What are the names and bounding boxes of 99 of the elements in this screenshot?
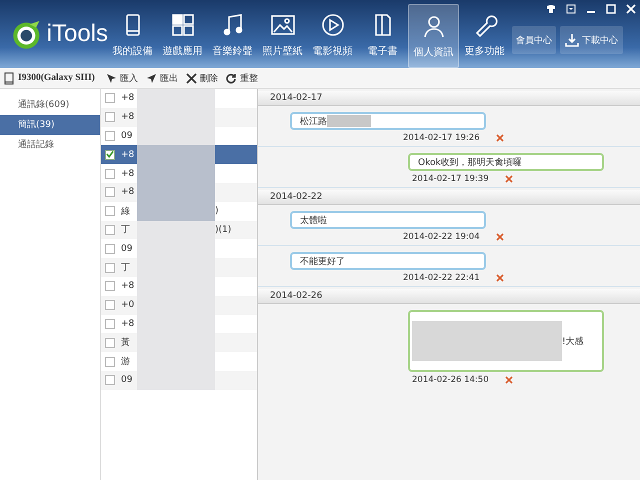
thread-row[interactable]: 09 [101, 126, 257, 146]
nav-tab[interactable]: 我的設備 [108, 4, 157, 66]
phone-icon [4, 72, 14, 84]
delete-icon[interactable] [496, 233, 504, 241]
thread-name: +8 [121, 187, 135, 198]
thread-name: 綠 [121, 206, 131, 218]
nav-tab[interactable]: 遊戲應用 [158, 4, 207, 66]
thread-row[interactable]: +8 [101, 276, 257, 296]
arrow-icon [146, 72, 157, 84]
checkbox[interactable] [105, 224, 115, 235]
redaction-block [327, 115, 371, 127]
checkbox[interactable] [105, 93, 115, 104]
thread-name: 黃 [121, 336, 131, 350]
checkbox[interactable] [105, 300, 115, 310]
checkbox[interactable] [105, 206, 115, 216]
message-time: 2014-02-26 14:50 [412, 375, 489, 385]
thread-count: ) [215, 206, 219, 216]
checkbox[interactable] [105, 281, 115, 292]
message-time: 2014-02-17 19:39 [412, 174, 489, 184]
thread-name: 丁 [121, 224, 131, 236]
nav-tab[interactable]: 更多功能 [460, 4, 509, 66]
thread-name: +8 [121, 168, 135, 179]
download-icon [565, 33, 579, 47]
checkbox[interactable] [105, 375, 115, 386]
sidebar-item[interactable]: 通話記錄 [0, 135, 100, 155]
date-header: 2014-02-17 [258, 91, 640, 106]
arrow-icon [106, 72, 117, 84]
delete-icon[interactable] [496, 134, 504, 142]
thread-row[interactable]: 黃 [101, 333, 257, 352]
message-text: 不能更好了 [300, 256, 345, 268]
thread-row[interactable]: 丁 [101, 258, 257, 277]
checkbox[interactable] [105, 338, 115, 348]
message-text: !大感 [562, 336, 584, 348]
message-text: Okok收到，那明天禽頃囉 [418, 156, 522, 168]
thread-row[interactable]: 綠 ) [101, 202, 257, 221]
thread-row[interactable]: 游 [101, 352, 257, 371]
header-button[interactable]: 下載中心 [560, 26, 623, 54]
thread-count: )(1) [215, 224, 232, 235]
grid-icon [170, 12, 196, 38]
thread-row[interactable]: +8 [101, 314, 257, 334]
refresh-icon [226, 72, 237, 84]
nav-tab[interactable]: 音樂鈴聲 [208, 4, 257, 66]
message-time: 2014-02-17 19:26 [403, 133, 480, 143]
delete-icon[interactable] [504, 175, 513, 183]
checkbox[interactable] [105, 187, 115, 198]
thread-row[interactable]: +8 [101, 164, 257, 183]
checkbox[interactable] [105, 168, 115, 179]
delete-icon[interactable] [504, 376, 513, 384]
nav-tab[interactable]: 電子書 [358, 4, 407, 66]
app-logo-text: iTools [46, 20, 108, 48]
x-icon [186, 72, 197, 84]
toolbar-button[interactable]: 刪除 [186, 72, 218, 84]
checkbox[interactable] [105, 244, 115, 254]
close-icon[interactable] [626, 4, 636, 14]
nav-tab[interactable]: 照片壁紙 [258, 4, 307, 66]
message-time: 2014-02-22 19:04 [403, 232, 480, 242]
thread-row[interactable]: 09 [101, 239, 257, 258]
message-text: 太體啦 [300, 214, 327, 226]
checkbox[interactable] [105, 150, 115, 160]
sidebar-item[interactable]: 簡訊(39) [0, 115, 100, 135]
toolbar-button[interactable]: 重整 [226, 72, 258, 84]
thread-name: 游 [121, 356, 131, 368]
thread-name: 09 [121, 130, 134, 141]
image-icon [270, 12, 296, 38]
message-text: 松江路 [300, 116, 327, 128]
message-time: 2014-02-22 22:41 [403, 273, 480, 283]
toolbar-button[interactable]: 匯出 [146, 72, 178, 84]
checkbox[interactable] [105, 318, 115, 329]
thread-name: +8 [121, 150, 135, 160]
thread-row[interactable]: 09 [101, 370, 257, 390]
checkbox[interactable] [105, 356, 115, 367]
thread-name: +8 [121, 318, 135, 329]
thread-name: 09 [121, 375, 134, 386]
thread-row[interactable]: 丁 )(1) [101, 220, 257, 240]
checkbox[interactable] [105, 112, 115, 122]
header-button[interactable]: 會員中心 [512, 26, 556, 54]
maximize-icon[interactable] [606, 4, 616, 14]
thread-row[interactable]: +8 [101, 145, 257, 164]
delete-icon[interactable] [496, 274, 504, 282]
thread-name: +8 [121, 281, 135, 292]
sidebar-item[interactable]: 通訊錄(609) [0, 95, 100, 115]
thread-name: 09 [121, 244, 134, 254]
thread-name: +8 [121, 93, 135, 104]
thread-name: +0 [121, 300, 135, 310]
thread-row[interactable]: +8 [101, 182, 257, 202]
date-header: 2014-02-22 [258, 190, 640, 205]
device-name: I9300(Galaxy SIII) [18, 73, 95, 83]
checkbox[interactable] [105, 130, 115, 141]
thread-row[interactable]: +8 [101, 89, 257, 108]
toolbar-button[interactable]: 匯入 [106, 72, 138, 84]
skin-icon[interactable] [546, 4, 556, 14]
thread-name: +8 [121, 112, 135, 122]
thread-row[interactable]: +8 [101, 108, 257, 127]
date-header: 2014-02-26 [258, 289, 640, 304]
thread-name: 丁 [121, 262, 131, 274]
play-icon [320, 12, 346, 38]
thread-row[interactable]: +0 [101, 296, 257, 315]
nav-tab[interactable]: 電影視頻 [308, 4, 357, 66]
checkbox[interactable] [105, 262, 115, 273]
